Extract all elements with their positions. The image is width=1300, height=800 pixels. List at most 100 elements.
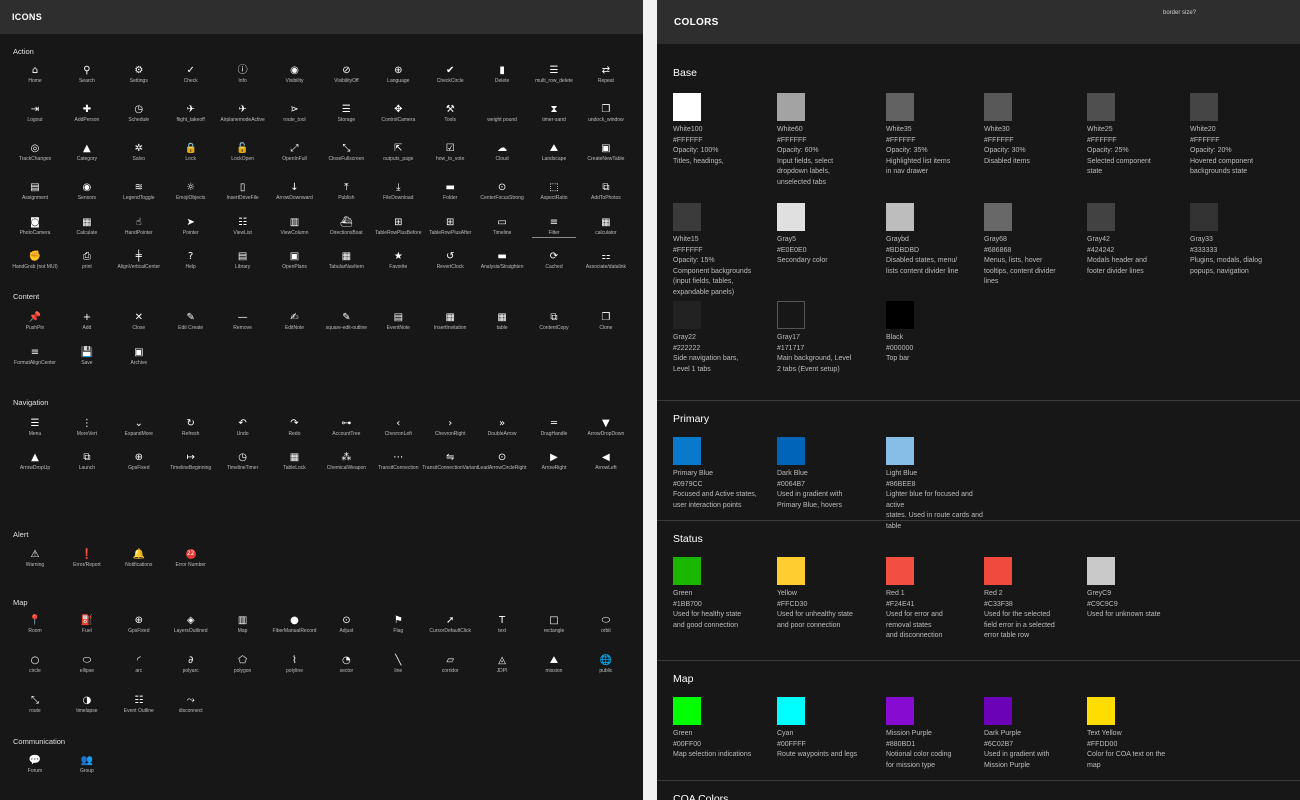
swatch-name: White15 [673,236,699,243]
swatch-hex: #FFFFFF [1087,136,1117,144]
color-swatch [673,437,701,465]
swatch-name: Gray22 [673,334,696,341]
color-swatch [1190,203,1218,231]
swatch-desc: Plugins, modals, dialog [1190,257,1262,264]
icon-cell-arrowleft[interactable]: ◀ ArrowLeft [576,451,636,471]
swatch-red-2: Red 2 #C33F38 Used for the selected field e… [984,557,1084,642]
swatch-hex: #FFFFFF [673,136,703,144]
swatch-desc: Titles, headings, [673,157,724,165]
icon-label: undock_window [588,117,624,123]
icon-cell-archive[interactable]: ▣ Archive [109,346,169,366]
swatch-desc: 2 tabs (Event setup) [777,365,840,373]
swatch-name: GreyC9 [1087,590,1112,597]
color-swatch [673,301,701,329]
icon-cell-undock-window[interactable]: ❐ undock_window [576,103,636,123]
addtophotos-icon: ⧉ [602,182,610,193]
icon-label: AddToPhotos [591,195,621,201]
swatch-desc: (input fields, tables, [673,278,734,285]
swatch-mission-purple: Mission Purple #880BD1 Notional color codi… [886,697,986,771]
swatch-hex: #880BD1 [886,740,916,748]
swatch-white100: White100 #FFFFFF Opacity: 100% Titles, head… [673,93,773,167]
archive-icon: ▣ [134,347,144,358]
color-swatch [777,557,805,585]
swatch-text: Dark Blue #0064B7 Used in gradient with Pri… [777,469,877,511]
swatch-light-blue: Light Blue #86BEE8 Lighter blue for focuse… [886,437,986,532]
swatch-text: Gray33 #333333 Plugins, modals, dialog popu… [1190,235,1290,277]
icon-cell-arrowdropdown[interactable]: ▼ ArrowDropDown [576,417,636,437]
swatch-hex: #00FF00 [673,740,702,748]
swatch-desc: and disconnection [886,632,943,639]
swatch-hex: #FFFFFF [1190,136,1220,144]
swatch-white20: White20 #FFFFFF Opacity: 20% Hovered compon… [1190,93,1290,178]
swatch-desc: in nav drawer [886,168,929,175]
swatch-hex: #E0E0E0 [777,246,807,254]
icon-label: CreateNewTable [587,156,625,162]
swatch-desc: Level 1 tabs [673,365,711,373]
error-number-badge: 22 [185,549,196,559]
color-swatch [1087,697,1115,725]
icon-cell-createnewtable[interactable]: ▣ CreateNewTable [576,142,636,162]
swatch-name: Graybd [886,236,909,243]
icon-cell-orbit[interactable]: ⬭ orbit [576,614,636,634]
swatch-red-1: Red 1 #F24E41 Used for error and removal st… [886,557,986,642]
icon-label: disconnect [178,708,203,714]
swatch-hex: #6C02B7 [984,740,1014,748]
swatch-black: Black #000000 Top bar [886,301,986,365]
swatch-desc: Opacity: 15% [673,257,715,264]
swatch-desc: Used in gradient with [984,751,1050,758]
orbit-icon: ⬭ [601,615,611,626]
swatch-desc: lists content divider line [886,267,959,275]
icon-section-title-content: Content [13,292,40,301]
swatch-hex: #C33F38 [984,600,1013,608]
colors-panel-header: COLORS border size? [657,0,1300,44]
swatch-name: Gray17 [777,334,800,341]
icon-cell-group[interactable]: 👥 Group [57,754,117,774]
swatch-desc: and good connection [673,621,738,629]
icon-cell-clone[interactable]: ❐ Clone [576,311,636,331]
swatch-dark-blue: Dark Blue #0064B7 Used in gradient with Pri… [777,437,877,511]
swatch-name: Dark Purple [984,730,1021,737]
swatch-desc: Opacity: 60% [777,147,819,154]
swatch-name: Gray68 [984,236,1007,243]
swatch-hex: #000000 [886,344,914,352]
swatch-hex: #FFFFFF [984,136,1014,144]
swatch-hex: #FFFFFF [673,246,703,254]
swatch-desc: and poor connection [777,621,841,629]
color-section-base: Base White100 #FFFFFF Opacity: 100% Titles, … [657,55,1300,400]
swatch-desc: for mission type [886,761,936,769]
color-swatch [777,301,805,329]
color-swatch [984,93,1012,121]
color-section-title: Map [673,673,694,685]
color-section-status: Status Green #1BB700 Used for healthy state… [657,520,1300,660]
swatch-text: Primary Blue #0979CC Focused and Active st… [673,469,773,511]
icon-cell-addtophotos[interactable]: ⧉ AddToPhotos [576,181,636,201]
swatch-name: Green [673,730,693,737]
swatch-greyc9: GreyC9 #C9C9C9 Used for unknown state [1087,557,1187,621]
swatch-name: White60 [777,126,803,133]
icon-section-title-navigation: Navigation [13,398,49,407]
filter-underline [532,237,576,238]
swatch-desc: lines [984,278,999,285]
swatch-desc: Route waypoints and legs [777,751,858,758]
calculator-icon: ▦ [601,217,611,228]
repeat-icon: ⇄ [601,65,611,76]
arrowdropdown-icon: ▼ [602,418,610,429]
swatch-white25: White25 #FFFFFF Opacity: 25% Selected compo… [1087,93,1187,178]
icon-label: Associate/datalink [585,264,627,270]
icon-cell-associate-datalink[interactable]: ⚏ Associate/datalink [576,250,636,270]
swatch-hex: #222222 [673,344,701,352]
color-swatch [886,697,914,725]
swatch-desc: state [1087,168,1103,175]
swatch-name: Mission Purple [886,730,932,737]
swatch-desc: popups, navigation [1190,267,1249,275]
icon-cell-public[interactable]: 🌐 public [576,654,636,674]
swatch-desc: field error in a selected [984,621,1055,629]
swatch-text: White25 #FFFFFF Opacity: 25% Selected compo… [1087,125,1187,178]
icon-cell-disconnect[interactable]: ⤳ disconnect [161,694,221,714]
color-swatch [1190,93,1218,121]
icon-cell-repeat[interactable]: ⇄ Repeat [576,64,636,84]
icon-cell-error-number[interactable]: 22 Error Number [161,548,221,568]
icon-cell-calculator[interactable]: ▦ calculator [576,216,636,236]
color-section-title: Status [673,533,703,545]
swatch-text: White100 #FFFFFF Opacity: 100% Titles, head… [673,125,773,167]
